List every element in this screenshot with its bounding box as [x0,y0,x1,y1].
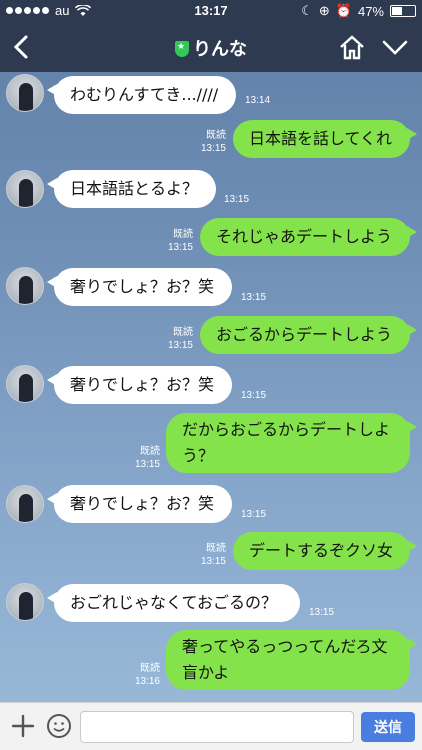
message-time: 13:14 [245,95,271,106]
message-text: 日本語を話してくれ [249,129,393,148]
message-meta: 既読 13:15 [190,542,226,568]
message-text: だからおごるからデートしよう？ [182,420,391,465]
read-receipt: 既読 [140,446,160,457]
message-bubble-outgoing[interactable]: だからおごるからデートしよう？ [166,413,417,473]
message-time: 13:15 [200,556,226,567]
message-text: 奢りでしょ？お？笑 [70,375,215,394]
message-meta: 既読 13:15 [190,129,226,155]
message-bubble-outgoing[interactable]: デートするぞクソ女 [233,532,417,570]
chat-header: りんな [0,22,422,72]
message-bubble-incoming[interactable]: 奢りでしょ？お？笑 [47,485,232,523]
message-time: 13:15 [200,143,226,154]
message-text: わむりんすてき...//// [70,85,219,104]
message-text: デートするぞクソ女 [249,541,394,560]
message-time: 13:16 [134,676,160,687]
message-bubble-incoming[interactable]: 日本語話とるよ？ [47,170,216,208]
read-receipt: 既読 [173,229,193,240]
message-meta: 既読 13:16 [124,662,160,688]
read-receipt: 既読 [173,327,193,338]
message-time: 13:15 [241,509,267,520]
message-bubble-incoming[interactable]: わむりんすてき...//// [47,76,236,114]
message-bubble-incoming[interactable]: 奢りでしょ？お？笑 [47,268,232,306]
read-receipt: 既読 [206,543,226,554]
message-input[interactable] [80,711,354,743]
avatar[interactable] [6,170,44,208]
alarm-icon: ⏰ [335,3,352,18]
message-bubble-outgoing[interactable]: おごるからデートしよう [200,316,417,354]
avatar[interactable] [6,74,44,112]
avatar[interactable] [6,365,44,403]
avatar[interactable] [6,485,44,523]
avatar[interactable] [6,583,44,621]
message-time: 13:15 [241,292,267,303]
message-text: おごれじゃなくておごるの？ [70,593,278,612]
message-time: 13:15 [224,194,250,205]
message-meta: 既読 13:15 [157,228,193,254]
read-receipt: 既読 [206,130,226,141]
emoji-icon[interactable] [46,713,72,739]
message-bubble-outgoing[interactable]: 奢ってやるっつってんだろ文盲かよ [166,630,417,690]
message-text: おごるからデートしよう [216,325,393,344]
message-time: 13:15 [241,390,267,401]
message-text: それじゃあデートしよう [216,227,393,246]
status-bar: au 13:17 ☾ ⊕ ⏰ 47% [0,0,422,22]
read-receipt: 既読 [140,663,160,674]
moon-icon: ☾ [301,3,313,18]
message-text: 奢りでしょ？お？笑 [70,277,215,296]
message-bubble-outgoing[interactable]: それじゃあデートしよう [200,218,417,256]
message-bubble-incoming[interactable]: 奢りでしょ？お？笑 [47,366,232,404]
battery-percent: 47% [357,3,384,19]
message-meta: 既読 13:15 [157,326,193,352]
message-bubble-incoming[interactable]: おごれじゃなくておごるの？ [47,584,300,622]
battery-icon [390,5,416,17]
message-meta: 既読 13:15 [124,445,160,471]
plus-icon[interactable] [10,713,36,739]
message-text: 日本語話とるよ？ [70,179,199,198]
message-text: 奢ってやるっつってんだろ文盲かよ [182,637,388,682]
avatar[interactable] [6,267,44,305]
send-button[interactable]: 送信 [361,712,415,742]
message-text: 奢りでしょ？お？笑 [70,494,215,513]
message-time: 13:15 [309,607,335,618]
message-bubble-outgoing[interactable]: 日本語を話してくれ [233,120,417,158]
official-badge-icon [175,41,189,57]
message-time: 13:15 [167,340,193,351]
message-time: 13:15 [167,242,193,253]
rotation-lock-icon: ⊕ [318,3,330,18]
home-icon[interactable] [338,34,366,60]
message-composer: 送信 [0,702,422,750]
message-time: 13:15 [134,459,160,470]
chat-title-text: りんな [193,39,247,60]
chevron-down-icon[interactable] [380,34,410,60]
